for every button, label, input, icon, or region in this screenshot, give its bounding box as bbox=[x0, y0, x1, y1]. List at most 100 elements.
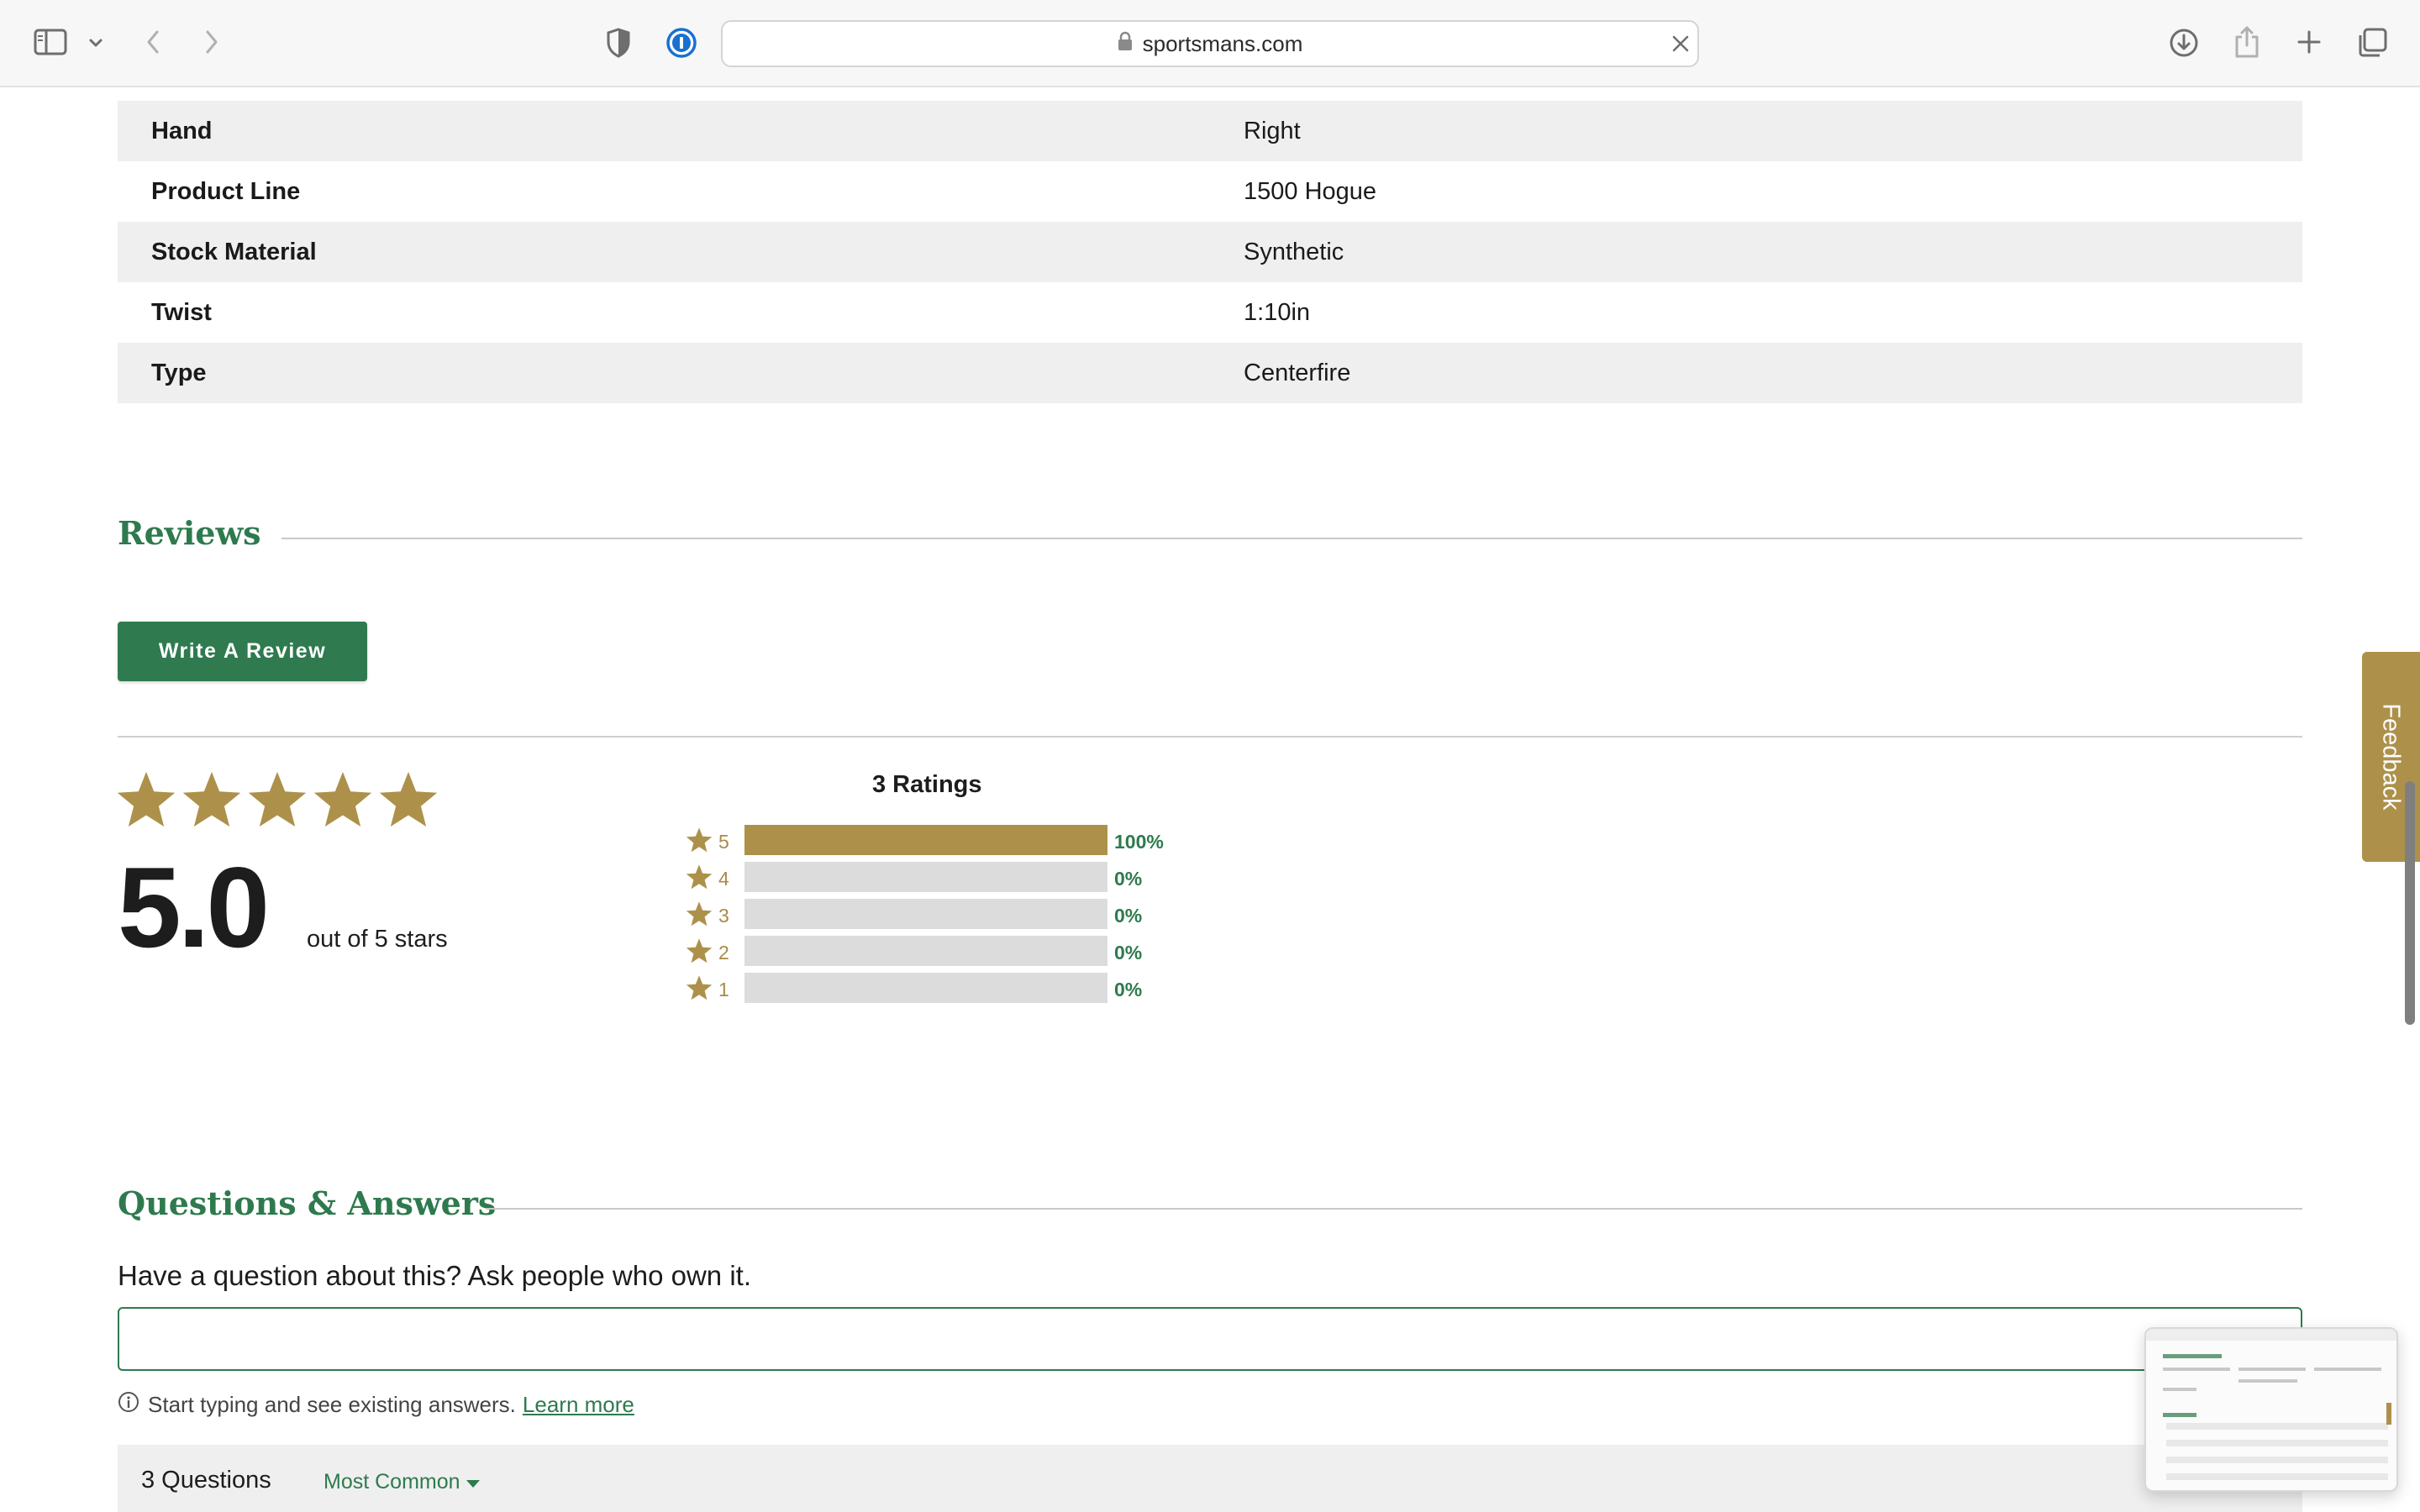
page: sportsmans.com Hand Right Product Line 1… bbox=[0, 0, 2420, 1512]
lock-icon bbox=[1118, 31, 1143, 57]
thumbnail-decoration bbox=[2163, 1413, 2196, 1417]
thumbnail-row bbox=[2166, 1473, 2388, 1480]
spec-row: Product Line 1500 Hogue bbox=[118, 161, 2302, 222]
histogram-row[interactable]: 3 0% bbox=[686, 899, 1190, 936]
spec-key: Product Line bbox=[151, 177, 301, 205]
section-divider bbox=[281, 538, 2302, 539]
specifications-table: Hand Right Product Line 1500 Hogue Stock… bbox=[118, 101, 2302, 403]
qa-hint-text: Start typing and see existing answers. bbox=[148, 1392, 516, 1417]
url-text: sportsmans.com bbox=[1142, 30, 1303, 56]
thumbnail-decoration bbox=[2163, 1388, 2196, 1391]
thumbnail-row bbox=[2166, 1423, 2388, 1430]
thumbnail-decoration bbox=[2314, 1368, 2381, 1371]
close-icon[interactable] bbox=[1669, 32, 1692, 55]
spec-value: 1500 Hogue bbox=[1244, 177, 1377, 205]
out-of-label: out of 5 stars bbox=[307, 926, 448, 953]
shield-half-icon[interactable] bbox=[602, 25, 635, 60]
histogram-star-count: 1 bbox=[718, 979, 729, 1000]
forward-chevron-right-icon[interactable] bbox=[198, 25, 225, 59]
caret-down-icon bbox=[460, 1470, 481, 1494]
qa-hint: Start typing and see existing answers. L… bbox=[118, 1391, 634, 1419]
ratings-count: 3 Ratings bbox=[872, 771, 982, 798]
section-divider bbox=[486, 1208, 2302, 1210]
browser-toolbar: sportsmans.com bbox=[0, 0, 2420, 87]
histogram-percent: 0% bbox=[1114, 868, 1143, 890]
histogram-star-count: 2 bbox=[718, 942, 729, 963]
download-icon[interactable] bbox=[2166, 25, 2202, 60]
spec-row: Stock Material Synthetic bbox=[118, 222, 2302, 282]
star-icon bbox=[378, 769, 444, 834]
histogram-bar-track bbox=[744, 973, 1107, 1003]
histogram-row[interactable]: 4 0% bbox=[686, 862, 1190, 899]
scrollbar-thumb[interactable] bbox=[2405, 781, 2415, 1025]
histogram-bar-track bbox=[744, 936, 1107, 966]
address-bar[interactable]: sportsmans.com bbox=[721, 20, 1699, 67]
url-display[interactable]: sportsmans.com bbox=[723, 22, 1697, 66]
spec-key: Hand bbox=[151, 117, 213, 144]
histogram-star-count: 4 bbox=[718, 868, 729, 890]
thumbnail-toolbar bbox=[2146, 1329, 2396, 1341]
histogram-percent: 100% bbox=[1114, 831, 1164, 853]
star-icon bbox=[686, 937, 713, 969]
chevron-down-icon[interactable] bbox=[86, 30, 106, 55]
spec-row: Hand Right bbox=[118, 101, 2302, 161]
histogram-bar-track bbox=[744, 862, 1107, 892]
thumbnail-row bbox=[2166, 1465, 2388, 1472]
thumbnail-row bbox=[2166, 1431, 2388, 1438]
average-rating-score: 5.0 bbox=[118, 843, 270, 971]
histogram-row[interactable]: 5 100% bbox=[686, 825, 1190, 862]
onepassword-icon[interactable] bbox=[664, 25, 699, 60]
question-input[interactable] bbox=[118, 1307, 2302, 1371]
spec-key: Stock Material bbox=[151, 238, 317, 265]
star-icon bbox=[247, 769, 313, 834]
thumbnail-row bbox=[2166, 1440, 2388, 1446]
spec-row: Type Centerfire bbox=[118, 343, 2302, 403]
rating-histogram: 5 100% 4 0% 3 0% 2 0% 1 0% bbox=[686, 825, 1190, 1010]
star-icon bbox=[686, 974, 713, 1005]
histogram-star-count: 3 bbox=[718, 905, 729, 927]
reviews-divider bbox=[118, 736, 2302, 738]
star-icon bbox=[116, 769, 182, 834]
histogram-percent: 0% bbox=[1114, 905, 1143, 927]
qa-section-header: Questions & Answers bbox=[118, 1184, 2302, 1235]
spec-key: Twist bbox=[151, 298, 212, 326]
feedback-label: Feedback bbox=[2377, 703, 2405, 811]
histogram-percent: 0% bbox=[1114, 979, 1143, 1000]
spec-value: 1:10in bbox=[1244, 298, 1311, 326]
questions-toolbar: 3 Questions Most Common bbox=[118, 1445, 2302, 1512]
reviews-heading: Reviews bbox=[118, 514, 261, 552]
info-icon bbox=[118, 1391, 148, 1419]
share-icon[interactable] bbox=[2230, 24, 2264, 60]
histogram-bar-track bbox=[744, 825, 1107, 855]
qa-heading: Questions & Answers bbox=[118, 1184, 497, 1222]
thumbnail-decoration bbox=[2163, 1354, 2222, 1358]
sort-dropdown[interactable]: Most Common bbox=[324, 1470, 481, 1494]
tabs-overview-icon[interactable] bbox=[2354, 25, 2390, 60]
spec-value: Right bbox=[1244, 117, 1301, 144]
star-icon bbox=[686, 864, 713, 895]
thumbnail-decoration bbox=[2163, 1368, 2230, 1371]
thumbnail-row bbox=[2166, 1457, 2388, 1463]
histogram-row[interactable]: 2 0% bbox=[686, 936, 1190, 973]
star-icon bbox=[686, 827, 713, 858]
back-chevron-left-icon[interactable] bbox=[139, 25, 166, 59]
plus-icon[interactable] bbox=[2292, 25, 2326, 59]
page-preview-thumbnail[interactable] bbox=[2144, 1327, 2398, 1492]
histogram-star-count: 5 bbox=[718, 831, 729, 853]
thumbnail-decoration bbox=[2238, 1368, 2306, 1371]
sidebar-icon[interactable] bbox=[32, 25, 69, 59]
average-rating-stars bbox=[116, 769, 444, 834]
histogram-percent: 0% bbox=[1114, 942, 1143, 963]
sort-label: Most Common bbox=[324, 1470, 460, 1494]
histogram-row[interactable]: 1 0% bbox=[686, 973, 1190, 1010]
learn-more-link[interactable]: Learn more bbox=[523, 1392, 634, 1418]
spec-value: Synthetic bbox=[1244, 238, 1344, 265]
write-review-button[interactable]: Write A Review bbox=[118, 622, 367, 681]
star-icon bbox=[182, 769, 247, 834]
questions-count: 3 Questions bbox=[141, 1467, 271, 1494]
star-icon bbox=[313, 769, 378, 834]
qa-prompt: Have a question about this? Ask people w… bbox=[118, 1260, 751, 1291]
spec-key: Type bbox=[151, 359, 207, 386]
histogram-bar-fill bbox=[744, 825, 1107, 855]
star-icon bbox=[686, 900, 713, 932]
